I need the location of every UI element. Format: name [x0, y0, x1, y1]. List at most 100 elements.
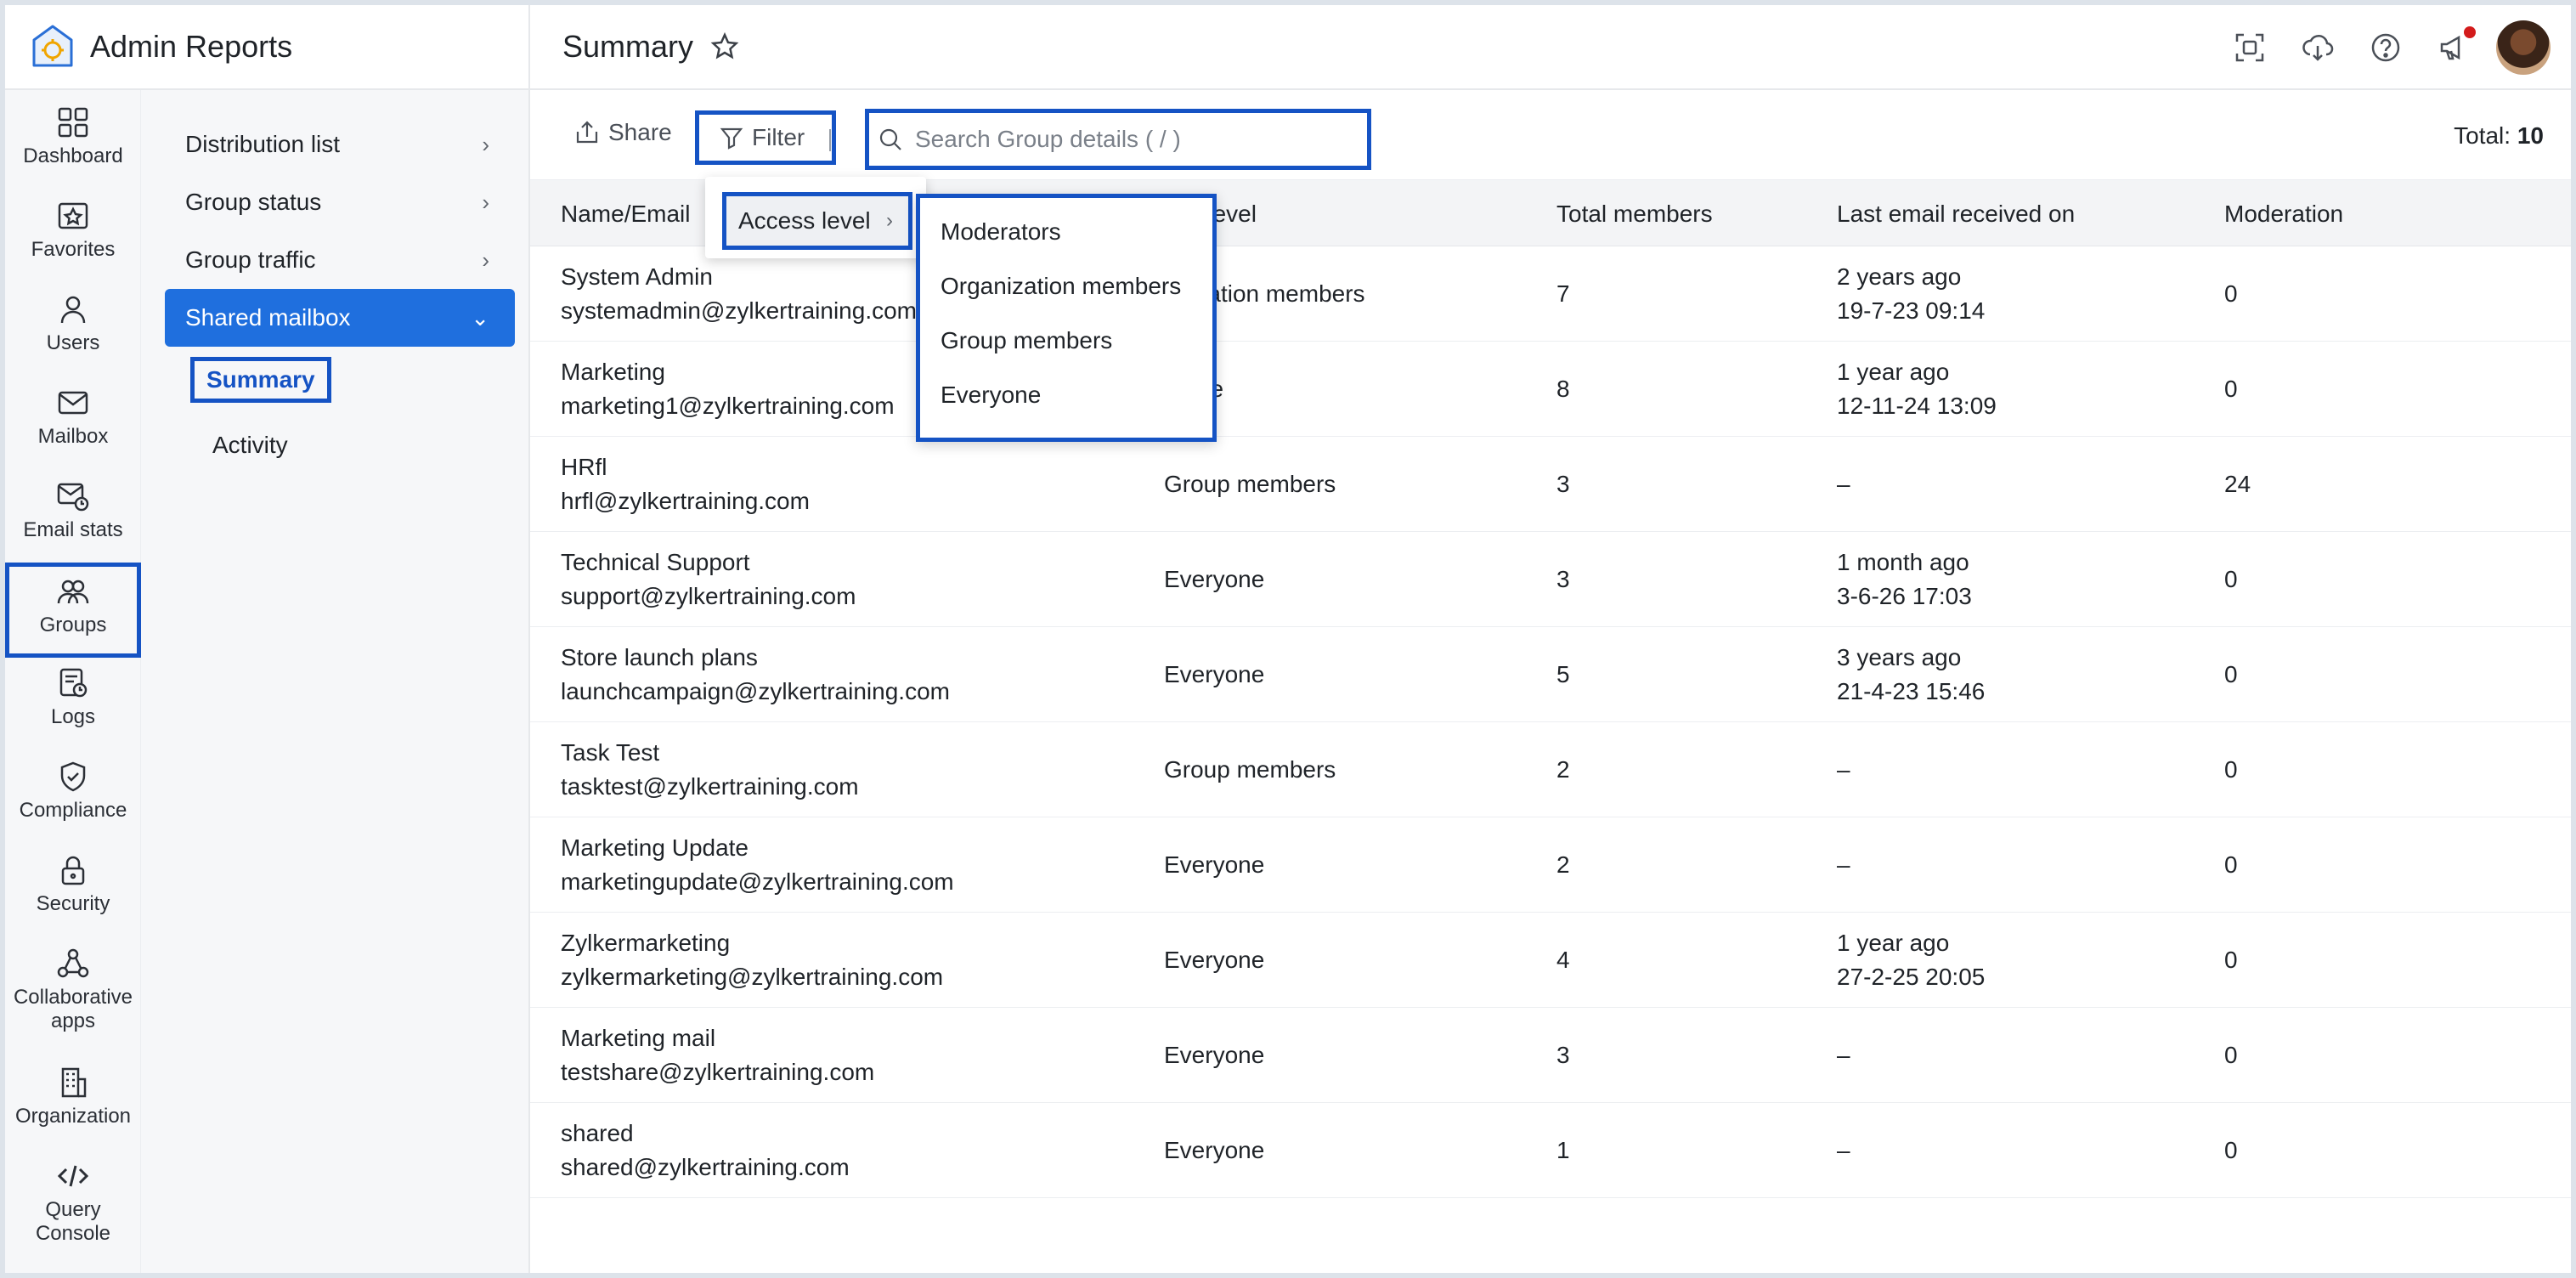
announcements-button[interactable]: [2420, 26, 2488, 64]
rail-item-organization[interactable]: Organization: [5, 1066, 141, 1128]
user-avatar[interactable]: [2496, 20, 2551, 75]
rail-label: Email stats: [23, 518, 123, 541]
cell-total-members: 7: [1556, 277, 1570, 311]
subnav-item-distribution-list[interactable]: Distribution list ›: [165, 116, 515, 173]
subnav-label: Group status: [185, 189, 322, 215]
cell-name-email-secondary: hrfl@zylkertraining.com: [561, 488, 810, 514]
rail-item-users[interactable]: Users: [5, 292, 141, 355]
table-row[interactable]: Marketing mail testshare@zylkertraining.c…: [530, 1008, 2571, 1103]
rail-item-security[interactable]: Security: [5, 853, 141, 916]
cell-total-members-primary: 4: [1556, 947, 1570, 973]
cell-last-email: 1 year ago 27-2-25 20:05: [1837, 926, 1985, 994]
header-moderation[interactable]: Moderation: [2224, 201, 2343, 228]
cell-moderation-primary: 24: [2224, 471, 2251, 497]
table-row[interactable]: System Admin systemadmin@zylkertraining.c…: [530, 246, 2571, 342]
cell-total-members: 2: [1556, 753, 1570, 787]
rail-item-query-console[interactable]: Query Console: [5, 1159, 141, 1246]
cloud-download-icon: [2302, 35, 2334, 61]
subnav-item-group-traffic[interactable]: Group traffic ›: [165, 231, 515, 289]
rail-label: Organization: [14, 1105, 132, 1128]
cell-name-email: HRfl hrfl@zylkertraining.com: [561, 450, 810, 518]
help-button[interactable]: [2352, 31, 2420, 64]
cell-access-level-primary: Everyone: [1164, 1042, 1265, 1068]
cell-moderation: 0: [2224, 563, 2238, 597]
rail-item-compliance[interactable]: Compliance: [5, 760, 141, 823]
table-row[interactable]: Marketingmarketing1@zylkertraining.comry…: [530, 342, 2571, 437]
icon-rail: Dashboard Favorites Users Mailbox Email …: [5, 90, 141, 1273]
search-input[interactable]: [915, 126, 1357, 153]
header-total-members[interactable]: Total members: [1556, 201, 1713, 228]
cell-access-level-primary: Everyone: [1164, 851, 1265, 878]
search-box[interactable]: [865, 109, 1371, 170]
favorite-star-icon[interactable]: [710, 32, 739, 61]
option-group-members[interactable]: Group members: [941, 327, 1112, 354]
cell-total-members: 3: [1556, 467, 1570, 501]
rail-item-favorites[interactable]: Favorites: [5, 199, 141, 262]
filter-button[interactable]: Filter: [695, 110, 836, 165]
rail-item-email-stats[interactable]: Email stats: [5, 479, 141, 542]
subnav-sub-activity[interactable]: Activity: [199, 425, 302, 466]
cell-total-members-primary: 5: [1556, 661, 1570, 687]
table-row[interactable]: Store launch plans launchcampaign@zylkert…: [530, 627, 2571, 722]
subnav-item-shared-mailbox[interactable]: Shared mailbox ⌄: [165, 289, 515, 347]
screenshot-icon: [2235, 33, 2264, 62]
cell-last-email: 1 year ago 12-11-24 13:09: [1837, 355, 1997, 423]
toolbar: Share Filter Total: 10: [530, 90, 2571, 180]
cell-total-members: 2: [1556, 848, 1570, 882]
cell-last-email-secondary: 21-4-23 15:46: [1837, 678, 1986, 704]
rail-item-collaborative-apps[interactable]: Collaborative apps: [5, 947, 141, 1033]
cell-name-email-primary: shared: [561, 1120, 634, 1146]
cell-name-email-primary: HRfl: [561, 454, 607, 480]
cell-access-level: Group members: [1164, 753, 1336, 787]
cell-moderation: 0: [2224, 372, 2238, 406]
cell-moderation-primary: 0: [2224, 947, 2238, 973]
total-label: Total:: [2454, 122, 2511, 149]
security-icon: [61, 856, 85, 885]
option-organization-members[interactable]: Organization members: [941, 273, 1181, 300]
table-row[interactable]: Technical Support support@zylkertraining.…: [530, 532, 2571, 627]
table-row[interactable]: HRfl hrfl@zylkertraining.com Group members…: [530, 437, 2571, 532]
share-label: Share: [608, 119, 672, 145]
rail-item-dashboard[interactable]: Dashboard: [5, 105, 141, 168]
cell-moderation: 0: [2224, 658, 2238, 692]
cell-total-members-primary: 3: [1556, 1042, 1570, 1068]
screenshot-button[interactable]: [2216, 31, 2284, 64]
subnav-sub-summary[interactable]: Summary: [190, 357, 331, 403]
cell-total-members-primary: 3: [1556, 566, 1570, 592]
rail-label: Dashboard: [23, 144, 123, 167]
rail-label: Compliance: [19, 799, 127, 822]
header-name-email[interactable]: Name/Email: [561, 201, 690, 228]
rail-item-groups[interactable]: Groups: [5, 563, 141, 658]
download-button[interactable]: [2284, 31, 2352, 64]
option-moderators[interactable]: Moderators: [941, 218, 1061, 246]
cell-last-email-secondary: 19-7-23 09:14: [1837, 297, 1986, 324]
cell-name-email: System Admin systemadmin@zylkertraining.c…: [561, 260, 917, 328]
table-row[interactable]: Zylkermarketing zylkermarketing@zylkertra…: [530, 913, 2571, 1008]
cell-moderation-primary: 0: [2224, 566, 2238, 592]
cell-total-members: 3: [1556, 1038, 1570, 1072]
rail-item-logs[interactable]: Logs: [5, 666, 141, 729]
filter-icon: [720, 127, 743, 150]
cell-name-email-primary: System Admin: [561, 263, 713, 290]
page-title: Summary: [562, 29, 694, 64]
table-row[interactable]: Marketing Update marketingupdate@zylkertr…: [530, 817, 2571, 913]
cell-name-email-secondary: support@zylkertraining.com: [561, 583, 856, 609]
cell-moderation: 0: [2224, 1038, 2238, 1072]
header-last-email[interactable]: Last email received on: [1837, 201, 2075, 228]
rail-label: Security: [36, 892, 110, 915]
chevron-right-icon: ›: [482, 246, 489, 273]
filter-access-level-item[interactable]: Access level ›: [722, 192, 912, 250]
rail-item-mailbox[interactable]: Mailbox: [5, 386, 141, 449]
rail-label: Favorites: [31, 238, 116, 261]
subnav-item-group-status[interactable]: Group status ›: [165, 173, 515, 231]
cell-access-level-primary: Group members: [1164, 756, 1336, 783]
total-count: Total: 10: [2454, 122, 2544, 150]
table-row[interactable]: Task Test tasktest@zylkertraining.com Grou…: [530, 722, 2571, 817]
cell-name-email: Zylkermarketing zylkermarketing@zylkertra…: [561, 926, 943, 994]
organization-icon: [61, 1067, 87, 1098]
option-everyone[interactable]: Everyone: [941, 382, 1041, 409]
cell-last-email: 1 month ago 3-6-26 17:03: [1837, 546, 1972, 614]
table-row[interactable]: shared shared@zylkertraining.com Everyone 1…: [530, 1103, 2571, 1198]
cell-access-level: Everyone: [1164, 658, 1264, 692]
share-button[interactable]: Share: [574, 119, 672, 146]
